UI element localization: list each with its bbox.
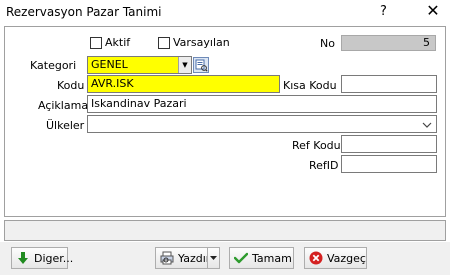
no-label: No	[320, 37, 335, 50]
no-field: 5	[341, 35, 436, 51]
kategori-select[interactable]: GENEL ▼	[87, 56, 192, 74]
status-strip	[4, 220, 446, 241]
varsayilan-label: Varsayılan	[173, 36, 230, 49]
ref-id-label: RefID	[309, 159, 339, 172]
checkmark-icon	[233, 251, 249, 265]
yazdir-button[interactable]: Yazdır	[155, 247, 211, 269]
yazdir-dropdown-button[interactable]	[207, 247, 220, 269]
close-button[interactable]: ✕	[419, 1, 447, 21]
aciklama-label: Açiklama	[38, 99, 89, 112]
arrow-down-icon	[16, 251, 30, 265]
window-title: Rezervasyon Pazar Tanimi	[6, 5, 162, 19]
chevron-down-icon[interactable]: ▼	[178, 57, 191, 73]
aktif-label: Aktif	[105, 36, 131, 49]
kategori-label: Kategori	[30, 59, 77, 72]
kodu-label: Kodu	[57, 79, 85, 92]
ref-kodu-label: Ref Kodu	[292, 139, 341, 152]
ulkeler-select[interactable]	[87, 115, 437, 133]
varsayilan-checkbox[interactable]	[158, 37, 170, 49]
ulkeler-label: Ülkeler	[46, 119, 85, 132]
yazdir-label: Yazdır	[178, 251, 211, 265]
title-bar: Rezervasyon Pazar Tanimi ? ✕	[0, 0, 450, 25]
aciklama-input[interactable]: Iskandinav Pazari	[87, 95, 437, 113]
vazgec-button[interactable]: Vazgeç	[304, 247, 367, 269]
tamam-button[interactable]: Tamam	[229, 247, 294, 269]
diger-button[interactable]: Diger...	[11, 247, 73, 269]
kisa-kodu-input[interactable]	[341, 75, 437, 93]
chevron-down-icon[interactable]	[422, 122, 432, 128]
lookup-icon[interactable]	[193, 57, 209, 73]
diger-label: Diger...	[34, 251, 74, 265]
chevron-down-icon	[210, 256, 217, 260]
kisa-kodu-label: Kısa Kodu	[283, 79, 337, 92]
tamam-label: Tamam	[252, 251, 292, 265]
vazgec-label: Vazgeç	[327, 251, 366, 265]
kodu-input[interactable]: AVR.ISK	[87, 75, 280, 93]
aktif-checkbox[interactable]	[90, 37, 102, 49]
ref-kodu-input[interactable]	[341, 135, 437, 153]
help-button[interactable]: ?	[380, 4, 387, 19]
cancel-icon	[309, 251, 323, 265]
ref-id-input[interactable]	[341, 155, 437, 173]
kategori-value: GENEL	[91, 58, 128, 71]
print-icon	[160, 251, 174, 265]
